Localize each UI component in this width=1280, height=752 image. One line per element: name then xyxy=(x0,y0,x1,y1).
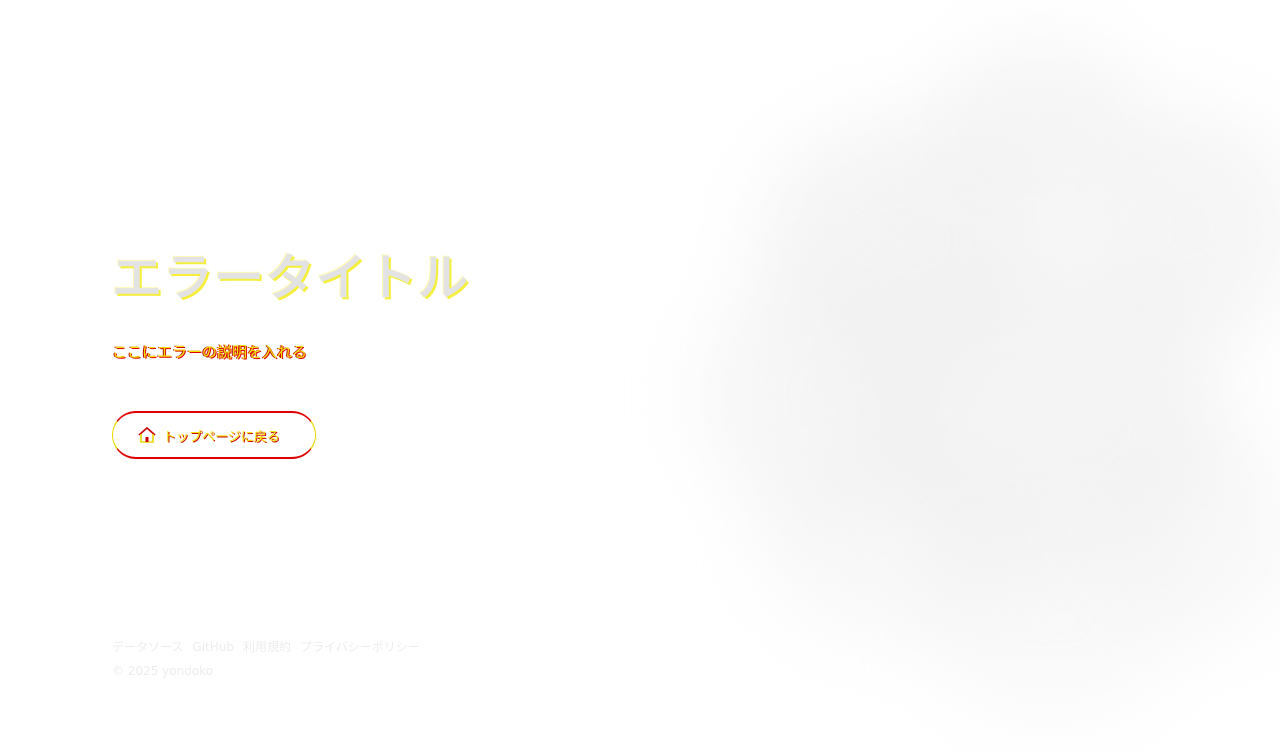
error-description: ここにエラーの説明を入れる xyxy=(112,343,308,361)
home-icon xyxy=(137,426,157,444)
footer-link-terms[interactable]: 利用規約 xyxy=(243,638,291,656)
copyright: © 2025 yondoko xyxy=(112,664,214,678)
footer-link-privacy[interactable]: プライバシーポリシー xyxy=(300,638,420,656)
footer-link-github[interactable]: GitHub xyxy=(192,638,234,656)
back-to-top-label: トップページに戻る xyxy=(163,429,280,445)
error-content: エラータイトル ここにエラーの説明を入れる トップページに戻る xyxy=(112,246,752,459)
footer: データソース GitHub 利用規約 プライバシーポリシー © 2025 yon… xyxy=(112,638,420,680)
footer-links: データソース GitHub 利用規約 プライバシーポリシー xyxy=(112,638,420,656)
back-to-top-button[interactable]: トップページに戻る xyxy=(112,411,316,459)
error-title: エラータイトル xyxy=(112,249,469,307)
error-page: エラータイトル ここにエラーの説明を入れる トップページに戻る データソース G… xyxy=(0,0,1280,752)
footer-link-data-source[interactable]: データソース xyxy=(112,638,183,656)
